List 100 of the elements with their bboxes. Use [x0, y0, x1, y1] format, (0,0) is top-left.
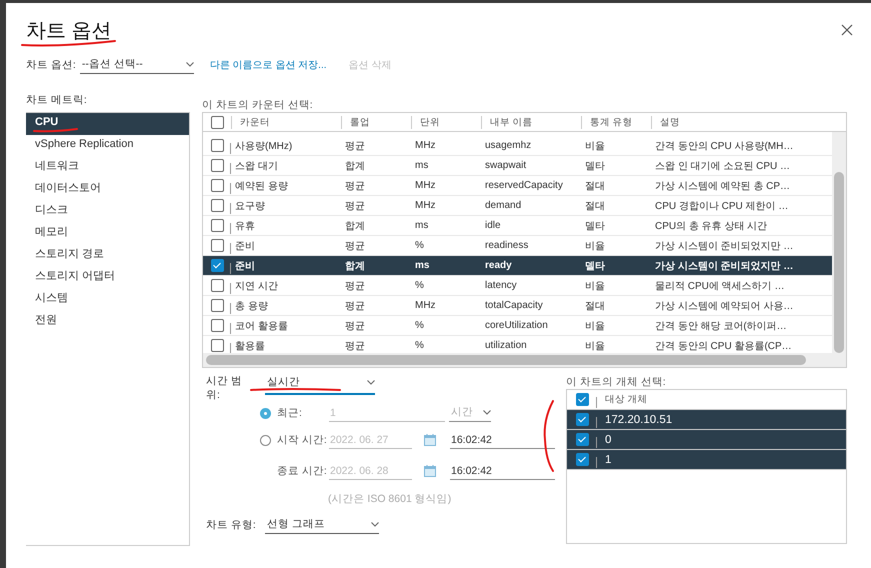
checkbox[interactable]	[210, 319, 224, 332]
table-cell-text: 비율	[584, 280, 606, 292]
table-cell-text: MHz	[414, 300, 437, 311]
selected-row[interactable]: 준비 합계 ms ready 델타 가상 시스템이 준비되었지만 …	[203, 256, 832, 276]
column-header[interactable]: 통계 유형	[581, 116, 651, 128]
table-cell-text: 비율	[584, 320, 606, 332]
metric-item[interactable]: 데이터스토어	[26, 179, 189, 201]
field-label: 시간 범위:	[205, 374, 243, 402]
scrollbar[interactable]	[203, 353, 846, 367]
table-cell-text: %	[414, 280, 425, 291]
metric-item[interactable]: 스토리지 어댑터	[26, 267, 189, 289]
table-cell-text: coreUtilization	[484, 320, 549, 331]
table-cell-text: 준비	[234, 240, 256, 252]
dialog-title: 차트 옵션	[26, 18, 112, 44]
table-cell-text: MHz	[414, 200, 437, 211]
table-cell-text: idle	[484, 220, 502, 231]
selected-row[interactable]: 0	[567, 430, 846, 450]
column-header[interactable]: 대상 개체	[597, 393, 846, 406]
table-cell-text: 준비	[234, 260, 256, 272]
table-cell-text: CPU의 총 유휴 상태 시간	[654, 220, 768, 232]
table-cell-text: 예약된 용량	[234, 180, 289, 192]
checkbox[interactable]	[210, 219, 224, 232]
section-label: 이 차트의 개체 선택:	[566, 377, 667, 388]
radio-button[interactable]	[260, 434, 271, 446]
pen-underline	[33, 128, 78, 132]
table-cell-text: 델타	[584, 160, 606, 172]
input-field[interactable]: 16:02:42	[450, 462, 555, 480]
metric-item[interactable]: 전원	[26, 311, 189, 333]
radio-button[interactable]	[260, 408, 271, 418]
table-cell-text: 사용량(MHz)	[234, 140, 294, 152]
table-cell-text: ms	[414, 160, 430, 171]
metric-item[interactable]: 네트워크	[26, 157, 189, 179]
column-header[interactable]: 단위	[411, 116, 481, 128]
selected-row[interactable]: 1	[567, 450, 846, 470]
field-label: 차트 유형:	[205, 518, 257, 532]
chart-type-dropdown[interactable]: 선형 그래프	[265, 516, 379, 534]
table-cell-text: 평균	[344, 180, 366, 192]
pen-bracket	[544, 400, 554, 472]
checkbox[interactable]	[576, 393, 588, 406]
metric-item[interactable]: CPU	[26, 113, 189, 135]
checkbox[interactable]	[210, 239, 224, 252]
options-dropdown[interactable]: --옵션 선택--	[80, 56, 194, 74]
table-cell-text: 간격 동안의 CPU 활용률(CP…	[654, 340, 793, 352]
caret-icon	[483, 410, 491, 414]
table-cell-text: 1	[604, 454, 612, 466]
checkbox[interactable]	[210, 199, 224, 212]
checkbox[interactable]	[576, 453, 588, 466]
time-range-dropdown[interactable]: 실시간	[265, 374, 375, 395]
table-cell-text: 평균	[344, 140, 366, 152]
column-header[interactable]: 롤업	[341, 116, 411, 128]
close-icon[interactable]	[841, 24, 853, 36]
table-cell-text: 지연 시간	[234, 280, 279, 292]
table-cell-text: CPU 경합이나 CPU 제한이 …	[654, 200, 790, 212]
input-field[interactable]: 16:02:42	[450, 432, 555, 448]
checkbox[interactable]	[576, 433, 588, 446]
table-cell-text: 델타	[584, 260, 606, 272]
table-cell-text: 간격 동안 해당 코어(하이퍼…	[654, 320, 788, 332]
table-cell-text: 0	[604, 434, 612, 446]
caret-icon	[367, 380, 375, 384]
metric-item[interactable]: 디스크	[26, 201, 189, 223]
metric-item[interactable]: 스토리지 경로	[26, 245, 189, 267]
metric-item[interactable]: 시스템	[26, 289, 189, 311]
checkbox[interactable]	[210, 259, 224, 272]
table-cell-text: ready	[484, 260, 513, 271]
table-cell-text: ms	[414, 220, 430, 231]
table-cell-text: demand	[484, 200, 522, 211]
table-cell-text: utilization	[484, 340, 528, 351]
checkbox[interactable]	[210, 339, 224, 352]
hint-text: (시간은 ISO 8601 형식임)	[328, 492, 452, 506]
column-header[interactable]: 내부 이름	[481, 116, 581, 128]
checkbox[interactable]	[210, 116, 224, 128]
scrollbar[interactable]	[832, 132, 846, 353]
table-cell-text: MHz	[414, 140, 437, 151]
column-header[interactable]: 설명	[651, 116, 846, 128]
checkbox[interactable]	[210, 179, 224, 192]
checkbox[interactable]	[210, 279, 224, 292]
table-cell-text: %	[414, 320, 425, 331]
checkbox[interactable]	[210, 159, 224, 172]
save-as-link[interactable]: 다른 이름으로 옵션 저장...	[210, 58, 327, 72]
table-cell-text: 총 용량	[234, 300, 269, 312]
checkbox[interactable]	[576, 413, 588, 426]
table-cell-text: 절대	[584, 200, 606, 212]
checkbox[interactable]	[210, 299, 224, 312]
table-cell-text: 간격 동안의 CPU 사용량(MH…	[654, 140, 794, 152]
column-header[interactable]: 카운터	[231, 116, 341, 128]
field-label: 시작 시간:	[276, 433, 328, 447]
metric-item[interactable]: vSphere Replication	[26, 135, 189, 157]
table-cell-text: readiness	[484, 240, 530, 251]
table-cell-text: 요구량	[234, 200, 266, 212]
table-cell-text: 비율	[584, 140, 606, 152]
table-cell-text: 코어 활용률	[234, 320, 289, 332]
checkbox[interactable]	[210, 139, 224, 152]
table-cell-text: ms	[414, 260, 430, 271]
metric-item[interactable]: 메모리	[26, 223, 189, 245]
table-cell-text: latency	[484, 280, 518, 291]
selected-row[interactable]: 172.20.10.51	[567, 410, 846, 430]
caret-icon	[371, 522, 379, 526]
table-cell-text: 스왑 인 대기에 소요된 CPU …	[654, 160, 792, 172]
table-cell-text: 평균	[344, 300, 366, 312]
table-cell-text: 절대	[584, 300, 606, 312]
